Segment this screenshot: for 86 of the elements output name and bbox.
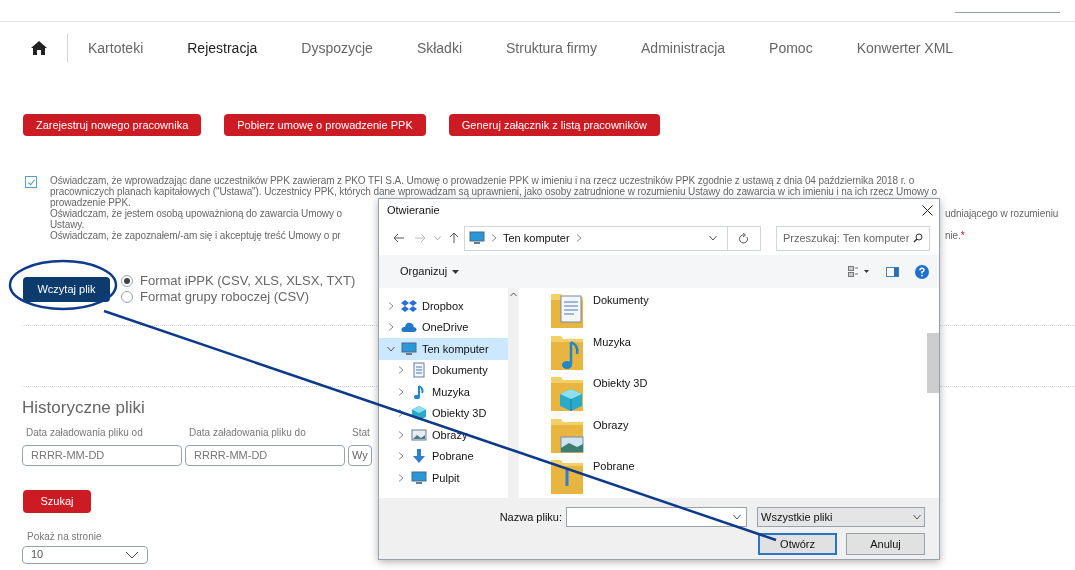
declaration-text: nie. [945, 230, 961, 241]
folder-item[interactable]: Muzyka [549, 331, 631, 373]
declaration-text: prowadzenie PPK. [50, 197, 131, 208]
page-size-select[interactable]: 10 [22, 545, 148, 564]
preview-pane-icon[interactable] [886, 266, 899, 277]
file-type-select[interactable]: Wszystkie pliki [757, 507, 925, 527]
download-arrow-icon [411, 448, 427, 465]
cube-icon [411, 405, 427, 422]
tree-item[interactable]: Dokumenty [379, 359, 508, 381]
field-label: Pokaż na stronie [27, 529, 102, 544]
field-label: Stat [352, 425, 371, 440]
scrollbar[interactable] [508, 288, 518, 498]
search-icon [913, 233, 923, 243]
up-arrow-icon[interactable] [449, 232, 459, 244]
filename-field[interactable] [566, 507, 747, 527]
nav-link[interactable]: Pomoc [769, 37, 813, 59]
chevron-right-icon[interactable] [398, 409, 404, 418]
tree-item[interactable]: Muzyka [379, 381, 508, 403]
forward-arrow-icon[interactable] [414, 233, 426, 243]
declaration-text: Oświadczam, że zapoznałem/-am się i akceptuję treść Umowy o pr [50, 230, 341, 241]
document-icon [411, 362, 427, 379]
tree-item[interactable]: Obrazy [379, 424, 508, 446]
field-label: Data załadowania pliku od [26, 425, 144, 440]
organize-button[interactable]: Organizuj [400, 263, 460, 280]
dropbox-icon [401, 297, 417, 314]
checkbox[interactable] [25, 176, 37, 188]
tree-item[interactable]: Pulpit [379, 467, 508, 489]
action-button[interactable]: Pobierz umowę o prowadzenie PPK [224, 114, 426, 136]
nav-link[interactable]: Konwerter XML [856, 37, 954, 59]
chevron-down-icon[interactable] [387, 345, 395, 352]
dialog-button[interactable]: Otwórz [758, 533, 837, 555]
folder-item[interactable]: Obrazy [549, 414, 629, 456]
nav-link[interactable]: Składki [416, 37, 462, 59]
monitor-icon [401, 340, 417, 357]
declaration-text: Oświadczam, że wprowadzając dane uczestników PPK zawieram z PKO TFI S.A. Umowę o prowadzenie PPK w imieniu i na rzecz uczestników PPK zgodnie z ustawą z dnia 04 października 2018 r. o [50, 175, 915, 186]
status-select[interactable]: Wy [348, 444, 372, 466]
dialog-button[interactable]: Anuluj [846, 533, 925, 555]
chevron-down-icon[interactable] [733, 514, 741, 520]
chevron-down-icon[interactable] [913, 514, 921, 520]
upload-button[interactable]: Wczytaj plik [23, 276, 110, 302]
chevron-down-icon[interactable] [709, 235, 717, 241]
tree-item[interactable]: Obiekty 3D [379, 402, 508, 424]
search-button[interactable]: Szukaj [23, 489, 91, 513]
scrollbar-thumb[interactable] [927, 333, 939, 393]
action-button[interactable]: Zarejestruj nowego pracownika [23, 114, 202, 136]
date-field[interactable]: RRRR-MM-DD [22, 444, 182, 466]
tree-item[interactable]: Ten komputer [379, 338, 508, 360]
monitor-icon [469, 230, 485, 246]
chevron-down-icon [125, 550, 139, 559]
folder-item[interactable]: Pobrane [549, 456, 635, 498]
nav-link[interactable]: Administracja [641, 37, 726, 59]
caret-icon [452, 269, 460, 274]
action-button[interactable]: Generuj załącznik z listą pracowników [448, 114, 660, 136]
scroll-up-icon[interactable] [509, 292, 517, 297]
field-label: Nazwa pliku: [499, 509, 562, 525]
folder-item[interactable]: Obiekty 3D [549, 373, 648, 415]
declaration-text: pracowniczych planach kapitałowych ("Ustawa"). Uczestnicy PPK, których dane wprowadzam są uprawnieni, jako osoby zatrudnione w rozumieniu Ustawy do zawarcia w ich imieniu i na ich rzecz Umowy o [50, 186, 938, 197]
search-field[interactable]: Przeszukaj: Ten komputer [776, 225, 930, 251]
view-options-icon[interactable] [848, 266, 870, 277]
nav-link[interactable]: Rejestracja [187, 37, 258, 59]
address-bar[interactable]: Ten komputer [464, 225, 728, 251]
breadcrumb-item[interactable]: Ten komputer [503, 229, 570, 247]
picture-icon [411, 426, 427, 443]
date-field[interactable]: RRRR-MM-DD [185, 444, 345, 466]
radio-label: Format grupy roboczej (CSV) [140, 288, 310, 307]
declaration-text: Ustawy. [50, 219, 85, 230]
nav-link[interactable]: Kartoteki [88, 37, 144, 59]
nav-link[interactable]: Dyspozycje [301, 37, 373, 59]
tree-item[interactable]: Pobrane [379, 445, 508, 467]
radio-label: Format iPPK (CSV, XLS, XLSX, TXT) [140, 272, 356, 291]
section-title: Historyczne pliki [22, 397, 145, 419]
declaration-text: Oświadczam, że jestem osobą upoważnioną do zawarcia Umowy o [50, 208, 342, 219]
tree-item[interactable]: OneDrive [379, 316, 508, 338]
field-label: Data załadowania pliku do [189, 425, 307, 440]
back-arrow-icon[interactable] [393, 233, 405, 243]
tree-item[interactable]: Dropbox [379, 295, 508, 317]
help-icon[interactable] [915, 264, 929, 279]
dialog-title: Otwieranie [387, 202, 440, 218]
refresh-icon[interactable] [739, 232, 749, 244]
declaration-text: udniającego w rozumieniu [945, 208, 1059, 219]
home-icon[interactable] [30, 40, 48, 56]
desktop-icon [411, 469, 427, 486]
close-icon[interactable] [922, 204, 933, 216]
folder-item[interactable]: Dokumenty [549, 290, 649, 332]
nav-link[interactable]: Struktura firmy [506, 37, 598, 59]
required-mark: * [960, 230, 965, 241]
